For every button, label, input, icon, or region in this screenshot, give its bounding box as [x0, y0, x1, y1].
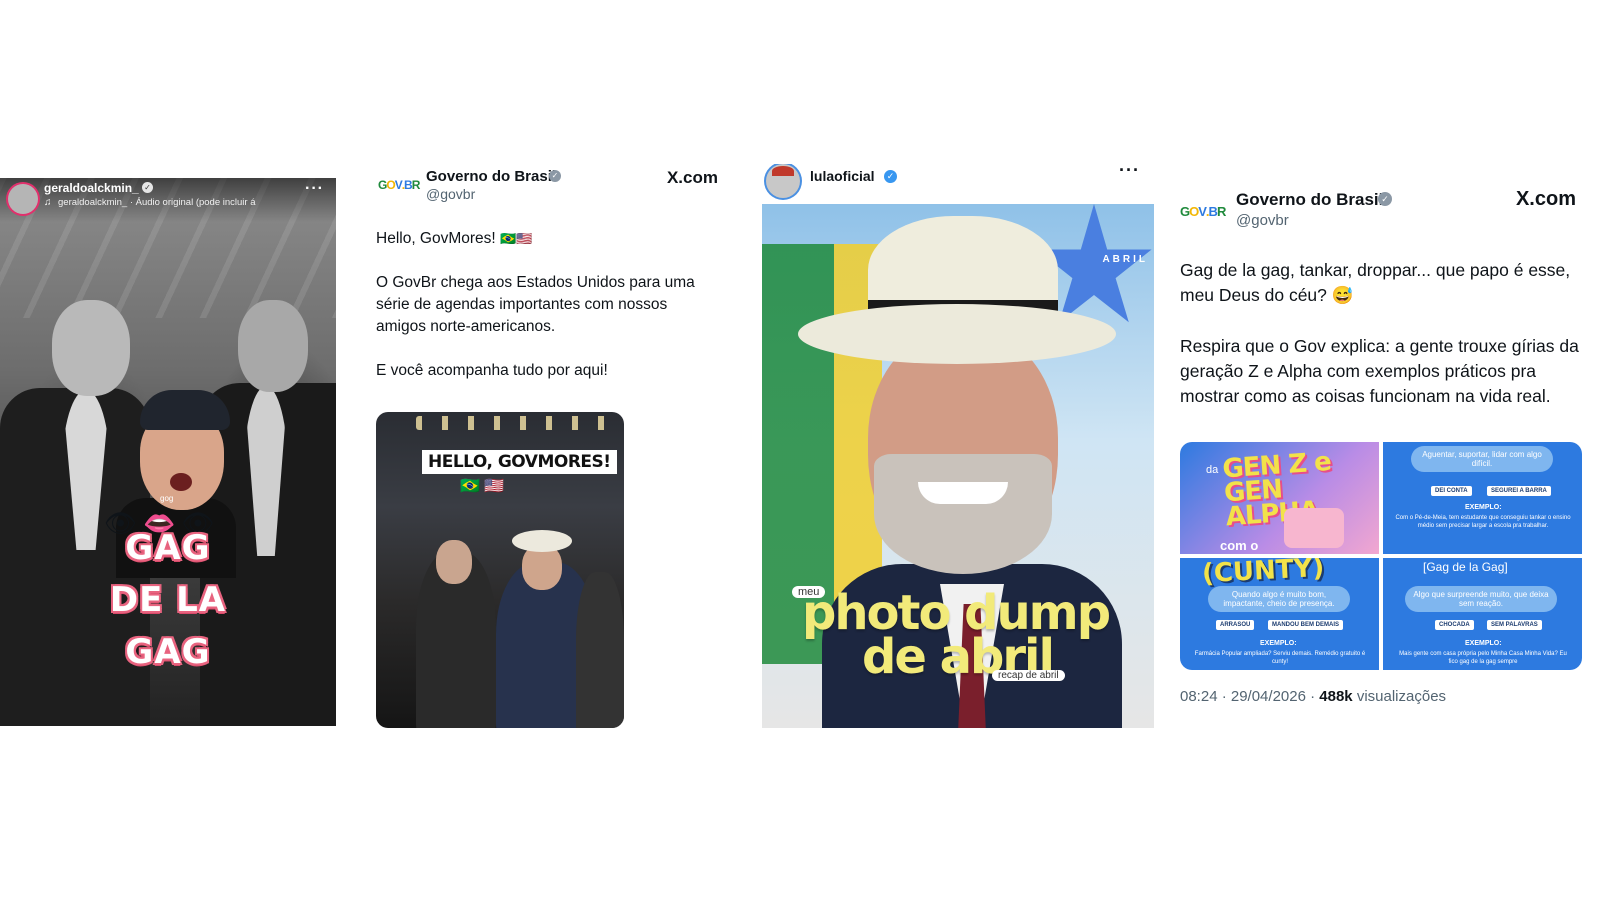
image-card-genz[interactable]: da GEN Z e GEN ALPHA com o	[1180, 442, 1379, 554]
gag-sticker-line-2: DE LA	[109, 580, 227, 620]
cunty-title: (CUNTY)	[1201, 558, 1325, 590]
recap-tag: recap de abril	[992, 670, 1065, 681]
profile-avatar[interactable]	[766, 164, 800, 198]
post-paragraph-1: Gag de la gag, tankar, droppar... que pa…	[1180, 260, 1571, 305]
synonym-chip: SEM PALAVRAS	[1487, 620, 1542, 630]
profile-avatar[interactable]	[8, 184, 38, 214]
example-label: EXEMPLO:	[1465, 504, 1502, 511]
views-count: 488k	[1319, 688, 1353, 705]
example-text: Farmácia Popular ampliada? Serviu demais…	[1194, 651, 1366, 665]
panama-hat	[512, 530, 572, 552]
greeting-text: Hello, GovMores!	[376, 230, 496, 247]
abril-badge: ABRIL	[1102, 254, 1148, 265]
post-paragraph-2: Respira que o Gov explica: a gente troux…	[1180, 336, 1579, 406]
card-como-label: com o	[1220, 538, 1259, 553]
synonym-chip: CHOCADA	[1435, 620, 1474, 630]
man-right-head	[238, 300, 308, 392]
media-flags: 🇧🇷 🇺🇸	[460, 478, 505, 495]
account-handle[interactable]: @govbr	[426, 186, 475, 202]
sticker-boy-cap	[140, 390, 230, 430]
account-name[interactable]: Governo do Brasil	[426, 168, 556, 185]
post-timestamp[interactable]: 08:24 · 29/04/2026 ·	[1180, 688, 1315, 705]
govbr-logo: GOV.BR	[378, 178, 420, 192]
post-video-media[interactable]: HELLO, GOVMORES! 🇧🇷 🇺🇸	[376, 412, 624, 728]
pink-device-illustration	[1284, 508, 1344, 548]
synonym-chip: SEGUREI A BARRA	[1487, 486, 1551, 496]
panama-hat-brim	[798, 304, 1116, 364]
post-greeting: Hello, GovMores! 🇧🇷🇺🇸	[376, 228, 716, 250]
example-label: EXEMPLO:	[1465, 640, 1502, 647]
example-label: EXEMPLO:	[1260, 640, 1297, 647]
verified-icon: ✓	[142, 182, 153, 193]
post-metadata: 08:24 · 29/04/2026 · 488k visualizações	[1180, 688, 1446, 705]
airplane-windows	[416, 416, 616, 430]
synonym-chip: DEI CONTA	[1431, 486, 1472, 496]
example-text: Com o Pé-de-Meia, tem estudante que cons…	[1395, 515, 1571, 529]
sticker-boy-mouth	[170, 473, 192, 491]
image-card-tankar[interactable]: Aguentar, suportar, lidar com algo difíc…	[1383, 442, 1582, 554]
person-figure	[576, 572, 624, 728]
account-handle[interactable]: @govbr	[1236, 212, 1289, 229]
profile-username[interactable]: lulaoficial	[810, 168, 875, 184]
post-photo[interactable]: ABRIL meu photo dump de abril recap de a…	[762, 204, 1154, 728]
image-card-gag-de-la-gag[interactable]: [Gag de la Gag] Algo que surpreende muit…	[1383, 558, 1582, 670]
x-post-panel-govmores[interactable]: GOV.BR Governo do Brasil ✓ @govbr X.com …	[362, 168, 734, 728]
profile-username[interactable]: geraldoalckmin_	[44, 181, 139, 195]
definition-bubble: Aguentar, suportar, lidar com algo difíc…	[1411, 446, 1553, 472]
synonym-chip: ARRASOU	[1216, 620, 1255, 630]
definition-bubble: Quando algo é muito bom, impactante, che…	[1208, 586, 1350, 612]
govbr-logo: GOV.BR	[1180, 204, 1226, 219]
music-note-icon: ♫	[44, 197, 52, 208]
account-name[interactable]: Governo do Brasil	[1236, 190, 1383, 210]
x-logo-icon: X.com	[1515, 188, 1576, 210]
media-banner: HELLO, GOVMORES!	[422, 450, 617, 474]
verified-icon: ✓	[549, 170, 561, 182]
more-options-icon[interactable]: ···	[305, 180, 324, 198]
synonym-chip: MANDOU BEM DEMAIS	[1268, 620, 1343, 630]
views-label: visualizações	[1356, 688, 1447, 705]
sticker-tag: gog	[160, 494, 174, 503]
verified-icon: ✓	[1378, 192, 1392, 206]
audio-track-label[interactable]: geraldoalckmin_ · Áudio original (pode i…	[58, 197, 256, 208]
more-options-icon[interactable]: ···	[1119, 164, 1140, 181]
definition-bubble: Algo que surpreende muito, que deixa sem…	[1405, 586, 1557, 612]
x-post-panel-girias[interactable]: GOV.BR Governo do Brasil ✓ @govbr X.com …	[1166, 186, 1600, 726]
image-card-cunty[interactable]: (CUNTY) Quando algo é muito bom, impacta…	[1180, 558, 1379, 670]
instagram-reel-panel[interactable]: geraldoalckmin_ ✓ ♫ geraldoalckmin_ · Áu…	[0, 178, 336, 726]
person-head	[436, 540, 472, 584]
man-smile	[918, 482, 1008, 504]
gag-sticker-line-1: GAG	[125, 528, 211, 568]
gag-sticker-line-3: GAG	[125, 632, 211, 672]
instagram-post-panel-photo-dump[interactable]: lulaoficial ✓ ··· ABRIL meu photo dump d…	[758, 164, 1154, 730]
gag-de-la-gag-title: [Gag de la Gag]	[1423, 560, 1508, 574]
example-text: Mais gente com casa própria pelo Minha C…	[1399, 651, 1567, 665]
card-da-label: da	[1206, 464, 1219, 476]
post-image-grid[interactable]: da GEN Z e GEN ALPHA com o Aguentar, sup…	[1180, 442, 1582, 670]
flags-emoji: 🇧🇷🇺🇸	[500, 231, 533, 246]
x-logo-icon: X.com	[666, 168, 718, 187]
man-left-head	[52, 300, 130, 396]
verified-icon: ✓	[884, 170, 897, 183]
post-paragraph: O GovBr chega aos Estados Unidos para um…	[376, 274, 695, 335]
post-closing: E você acompanha tudo por aqui!	[376, 362, 608, 379]
man-beard	[874, 454, 1052, 574]
